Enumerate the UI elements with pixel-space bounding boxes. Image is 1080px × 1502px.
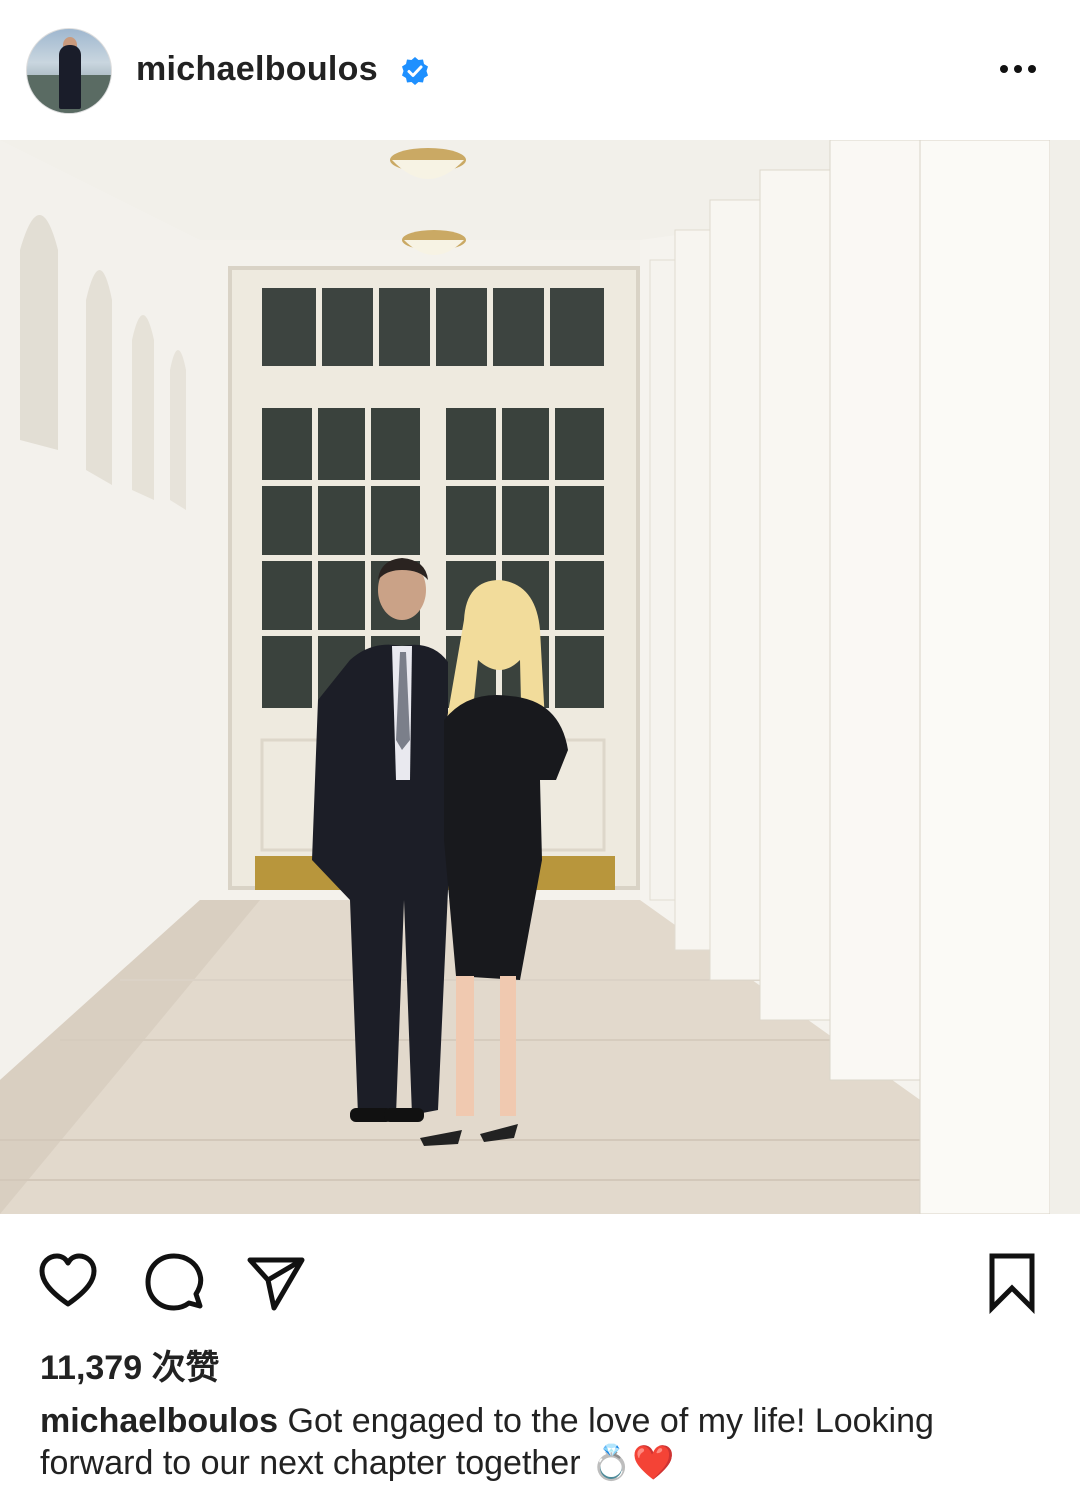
more-options-icon[interactable] — [1000, 60, 1044, 80]
verified-badge-icon — [402, 57, 428, 85]
post-caption: michaelboulos Got engaged to the love of… — [40, 1400, 1050, 1484]
caption-author[interactable]: michaelboulos — [40, 1402, 278, 1440]
comment-icon[interactable] — [142, 1250, 206, 1314]
avatar-person — [59, 45, 81, 109]
post-photo[interactable] — [0, 140, 1080, 1214]
profile-avatar[interactable] — [26, 28, 112, 114]
send-icon[interactable] — [244, 1250, 308, 1314]
likes-count[interactable]: 11,379 次赞 — [40, 1340, 220, 1389]
post-photo-illustration — [0, 140, 1080, 1214]
username[interactable]: michaelboulos — [136, 50, 378, 89]
bookmark-icon[interactable] — [980, 1250, 1044, 1314]
post-header: michaelboulos — [0, 0, 1080, 140]
heart-icon[interactable] — [36, 1250, 100, 1314]
post-actions — [0, 1214, 1080, 1334]
